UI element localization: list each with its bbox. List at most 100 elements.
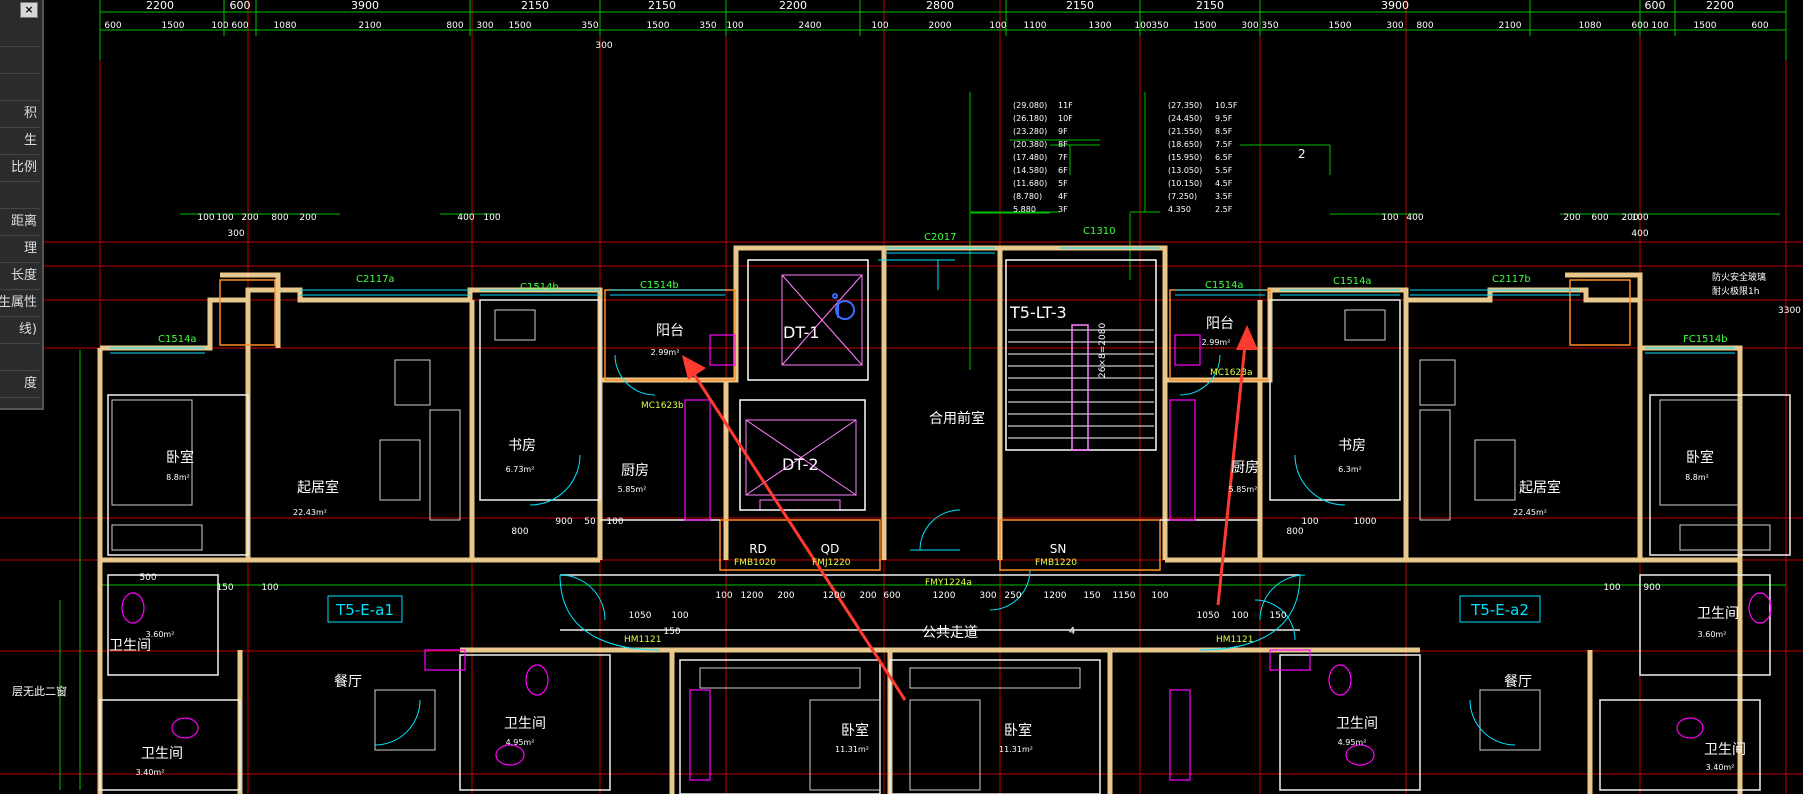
level-l-9: 5.880 bbox=[1013, 205, 1036, 214]
room-bath2-left: 卫生间 bbox=[141, 746, 183, 762]
stair-run-dimension: 26×8=2080 bbox=[1098, 323, 1108, 378]
room-shared-lobby: 合用前室 bbox=[929, 410, 985, 427]
room-living-left: 起居室 bbox=[297, 479, 339, 496]
dim-lg-3: 200 bbox=[241, 213, 258, 223]
panel-item-line-label: 线) bbox=[18, 322, 37, 337]
door-label-mc1623a: MC1623a bbox=[1210, 368, 1252, 378]
mid-dim-12: 300 bbox=[979, 591, 996, 601]
level-r-8: (7.250) bbox=[1168, 192, 1197, 201]
panel-item-1[interactable] bbox=[0, 20, 40, 47]
dim-2-7: 800 bbox=[446, 21, 463, 31]
level-rf-2: 9.5F bbox=[1215, 114, 1233, 123]
level-l-1: (29.080) bbox=[1013, 101, 1047, 110]
dim-2-26: 300 bbox=[1386, 21, 1403, 31]
mid-dim-20: 150 bbox=[1269, 611, 1286, 621]
dim-2-28: 2100 bbox=[1499, 21, 1522, 31]
panel-item-length[interactable]: 长度 bbox=[0, 263, 40, 290]
dim-2-31: 100 bbox=[1651, 21, 1668, 31]
panel-item-degree[interactable]: 度 bbox=[0, 371, 40, 398]
panel-item-distance-label: 距离 bbox=[10, 214, 37, 229]
level-rf-7: 4.5F bbox=[1215, 179, 1233, 188]
level-r-6: (13.050) bbox=[1168, 166, 1202, 175]
panel-item-properties[interactable]: 生属性 bbox=[0, 290, 40, 317]
note-fire-glass: 防火安全玻璃 bbox=[1712, 271, 1766, 283]
panel-close-button[interactable]: × bbox=[20, 2, 38, 18]
level-rf-9: 2.5F bbox=[1215, 205, 1233, 214]
level-l-8: (8.780) bbox=[1013, 192, 1042, 201]
dim-top-9: 2150 bbox=[1196, 0, 1224, 12]
room-dining-right: 餐厅 bbox=[1504, 674, 1532, 690]
mid-dim-31: 500 bbox=[139, 573, 156, 583]
area-bath3-left: 4.95m² bbox=[506, 738, 535, 747]
window-label-c1514a-r2: C1514a bbox=[1333, 276, 1372, 287]
panel-item-manage[interactable]: 理 bbox=[0, 236, 40, 263]
window-label-c1514b-1: C1514b bbox=[520, 282, 559, 293]
dim-top-5: 2150 bbox=[648, 0, 676, 12]
mid-dim-14: 1200 bbox=[1044, 591, 1067, 601]
mid-dim-6: 1200 bbox=[741, 591, 764, 601]
dim-top-3: 3900 bbox=[351, 0, 379, 12]
mid-dim-11: 1200 bbox=[933, 591, 956, 601]
label-rd: RD bbox=[749, 542, 767, 556]
panel-item-7[interactable] bbox=[0, 182, 40, 209]
dim-2-24: 350 bbox=[1261, 21, 1278, 31]
dim-2-25: 1500 bbox=[1329, 21, 1352, 31]
level-marker-2: 2 bbox=[1298, 147, 1306, 161]
room-study-right: 书房 bbox=[1338, 438, 1366, 454]
dim-2-33: 600 bbox=[1751, 21, 1768, 31]
door-label-fmj1220: FMJ1220 bbox=[812, 558, 851, 568]
panel-item-distance[interactable]: 距离 bbox=[0, 209, 40, 236]
room-bath3-left: 卫生间 bbox=[504, 716, 546, 732]
dim-2-11: 1500 bbox=[647, 21, 670, 31]
panel-item-generate-label: 生 bbox=[23, 133, 37, 148]
dim-rg-4: 600 bbox=[1591, 213, 1608, 223]
panel-item-2[interactable] bbox=[0, 47, 40, 74]
level-l-5: (17.480) bbox=[1013, 153, 1047, 162]
mid-dim-29: 100 bbox=[261, 583, 278, 593]
dim-2-3: 100 bbox=[211, 21, 228, 31]
panel-item-3[interactable] bbox=[0, 74, 40, 101]
level-lf-7: 5F bbox=[1058, 179, 1068, 188]
mid-dim-16: 1150 bbox=[1113, 591, 1136, 601]
area-living-left: 22.43m² bbox=[293, 508, 327, 517]
dim-2-23: 300 bbox=[1241, 21, 1258, 31]
level-lf-3: 9F bbox=[1058, 127, 1068, 136]
level-rf-6: 5.5F bbox=[1215, 166, 1233, 175]
panel-item-line[interactable]: 线) bbox=[0, 317, 40, 344]
area-study-right: 6.3m² bbox=[1338, 465, 1362, 474]
dim-2-6: 2100 bbox=[359, 21, 382, 31]
dim-2-29: 1080 bbox=[1579, 21, 1602, 31]
panel-item-generate[interactable]: 生 bbox=[0, 128, 40, 155]
dim-2-10: 350 bbox=[581, 21, 598, 31]
area-living-right: 22.45m² bbox=[1513, 508, 1547, 517]
dim-2-2: 1500 bbox=[162, 21, 185, 31]
panel-item-area[interactable]: 积 bbox=[0, 101, 40, 128]
area-bath1-left: 3.60m² bbox=[146, 630, 175, 639]
level-r-1: (27.350) bbox=[1168, 101, 1202, 110]
panel-item-ratio[interactable]: 比例 bbox=[0, 155, 40, 182]
cad-floor-plan-canvas[interactable]: 2200 600 3900 2150 2150 2200 2800 2150 2… bbox=[0, 0, 1803, 794]
dim-lg-4: 800 bbox=[271, 213, 288, 223]
dim-2-22: 1500 bbox=[1194, 21, 1217, 31]
dim-2-16: 2000 bbox=[929, 21, 952, 31]
room-bath1-right: 卫生间 bbox=[1697, 606, 1739, 622]
dim-lg-8: 100 bbox=[483, 213, 500, 223]
panel-item-13[interactable] bbox=[0, 344, 40, 371]
mid-dim-1: 900 bbox=[555, 517, 572, 527]
dim-2-8: 300 bbox=[476, 21, 493, 31]
mid-dim-13: 250 bbox=[1004, 591, 1021, 601]
level-l-3: (23.280) bbox=[1013, 127, 1047, 136]
room-study-left: 书房 bbox=[508, 438, 536, 454]
mid-dim-24: 100 bbox=[1301, 517, 1318, 527]
room-dining-left: 餐厅 bbox=[334, 674, 362, 690]
window-label-c2117a: C2117a bbox=[356, 274, 395, 285]
room-public-corridor: 公共走道 bbox=[922, 625, 978, 641]
level-lf-6: 6F bbox=[1058, 166, 1068, 175]
mid-dim-28: 900 bbox=[1643, 583, 1660, 593]
dim-2-27: 800 bbox=[1416, 21, 1433, 31]
mid-dim-18: 1050 bbox=[1197, 611, 1220, 621]
dim-lg-6: 300 bbox=[227, 229, 244, 239]
mid-dim-8: 1200 bbox=[823, 591, 846, 601]
room-bedroom-center-right: 卧室 bbox=[1004, 722, 1032, 739]
label-stair: T5-LT-3 bbox=[1009, 303, 1067, 322]
